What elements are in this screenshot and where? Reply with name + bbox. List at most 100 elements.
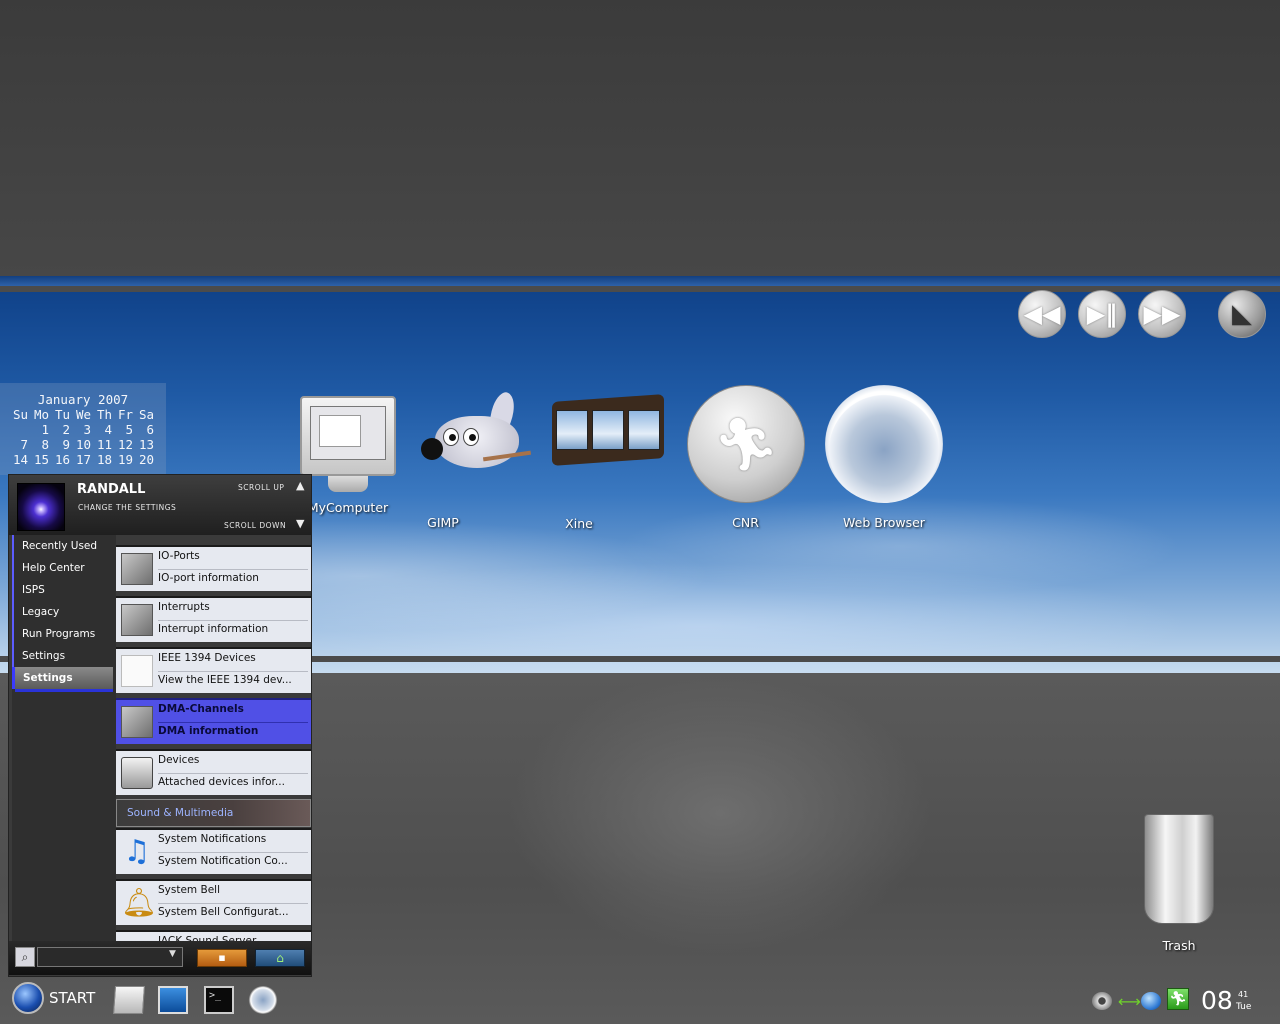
lock-icon: ▪ <box>218 951 226 964</box>
clock-hour[interactable]: 08 <box>1201 986 1233 1015</box>
home-button[interactable]: ⌂ <box>255 949 305 967</box>
calendar-day[interactable]: 17 <box>72 452 93 467</box>
eye-tray-icon[interactable] <box>1092 992 1112 1010</box>
calendar-day[interactable]: 14 <box>9 452 30 467</box>
search-input[interactable] <box>37 947 183 967</box>
desktop-icon-label: CNR <box>732 515 759 530</box>
chevron-down-icon[interactable]: ▼ <box>169 949 176 959</box>
scroll-down-button[interactable]: SCROLL DOWN <box>224 521 286 530</box>
weekday: Sa <box>138 407 154 422</box>
calendar-day[interactable]: 1 <box>30 422 51 437</box>
calendar-day[interactable] <box>9 422 30 437</box>
item-description: DMA information <box>158 722 308 737</box>
calendar-day[interactable]: 19 <box>114 452 135 467</box>
item-description: Attached devices infor... <box>158 773 308 788</box>
calendar-week: 7 8 9 10 11 12 13 <box>0 437 166 452</box>
rewind-icon[interactable]: ◀◀ <box>1018 290 1066 338</box>
calendar-day[interactable]: 3 <box>72 422 93 437</box>
search-icon[interactable]: ⌕ <box>15 947 35 967</box>
calendar-week: 1 2 3 4 5 6 <box>0 422 166 437</box>
menu-footer: ⌕ ▼ ▪ ⌂ <box>9 941 311 975</box>
calendar-day[interactable]: 16 <box>51 452 72 467</box>
desktop-top-area <box>0 0 1280 276</box>
scroll-up-button[interactable]: SCROLL UP <box>238 483 284 492</box>
menu-item-dma-channels[interactable]: DMA-Channels DMA information <box>116 698 311 744</box>
calendar-widget: January 2007 Su Mo Tu We Th Fr Sa 1 2 3 … <box>0 383 166 475</box>
calendar-day[interactable]: 12 <box>114 437 135 452</box>
calendar-day[interactable]: 18 <box>93 452 114 467</box>
calendar-week: 14 15 16 17 18 19 20 <box>0 452 166 467</box>
desktop-icon-label: Trash <box>1162 938 1196 953</box>
calendar-day[interactable]: 20 <box>135 452 156 467</box>
calendar-day[interactable]: 6 <box>135 422 156 437</box>
music-note-icon: ♫ <box>123 834 151 869</box>
calendar-day[interactable]: 8 <box>30 437 51 452</box>
document-icon <box>121 655 153 687</box>
menu-item-system-bell[interactable]: 🔔︎ System Bell System Bell Configurat... <box>116 879 311 925</box>
calendar-day[interactable]: 11 <box>93 437 114 452</box>
category-run-programs[interactable]: Run Programs <box>12 623 113 645</box>
terminal-icon[interactable]: >_ <box>204 986 234 1014</box>
category-recently-used[interactable]: Recently Used <box>12 535 113 557</box>
weekday: Th <box>96 407 112 422</box>
item-title: Interrupts <box>158 601 210 613</box>
calendar-day[interactable]: 5 <box>114 422 135 437</box>
film-icon <box>550 388 670 468</box>
calendar-day[interactable]: 2 <box>51 422 72 437</box>
file-manager-icon[interactable] <box>113 986 145 1014</box>
fast-forward-icon[interactable]: ▶▶ <box>1138 290 1186 338</box>
gimp-icon <box>413 389 533 476</box>
item-title: Devices <box>158 754 200 766</box>
start-button[interactable]: START <box>49 989 95 1007</box>
calendar-day[interactable]: 10 <box>72 437 93 452</box>
trash-can-icon <box>1144 814 1214 924</box>
wolf-icon[interactable]: ◣ <box>1218 290 1266 338</box>
category-isps[interactable]: ISPS <box>12 579 113 601</box>
desktop-icon-web-browser[interactable]: Web Browser <box>824 385 944 530</box>
desktop-icon-gimp[interactable]: GIMP <box>413 389 533 530</box>
hard-drive-icon <box>121 757 153 789</box>
menu-item-ieee1394[interactable]: IEEE 1394 Devices View the IEEE 1394 dev… <box>116 647 311 693</box>
pci-card-icon <box>121 604 153 636</box>
avatar[interactable] <box>17 483 65 531</box>
category-legacy[interactable]: Legacy <box>12 601 113 623</box>
section-sound-multimedia[interactable]: Sound & Multimedia <box>116 799 311 827</box>
item-description: System Notification Co... <box>158 852 308 867</box>
menu-item-interrupts[interactable]: Interrupts Interrupt information <box>116 596 311 642</box>
network-tray-icon[interactable]: ⟷ <box>1118 992 1141 1011</box>
desktop-icon-xine[interactable]: Xine <box>550 388 670 531</box>
calendar-day[interactable]: 13 <box>135 437 156 452</box>
arrow-up-icon[interactable]: ▲ <box>296 479 304 492</box>
category-settings-active[interactable]: Settings <box>12 667 113 692</box>
calendar-day[interactable]: 4 <box>93 422 114 437</box>
calendar-day[interactable]: 15 <box>30 452 51 467</box>
menu-categories: Recently Used Help Center ISPS Legacy Ru… <box>12 535 116 945</box>
pci-card-icon <box>121 706 153 738</box>
menu-item-io-ports[interactable]: IO-Ports IO-port information <box>116 545 311 591</box>
item-title: IO-Ports <box>158 550 200 562</box>
desktop-icon-cnr[interactable]: 🏃︎ CNR <box>686 385 806 530</box>
arrow-down-icon[interactable]: ▼ <box>296 517 304 530</box>
calendar-weekdays: Su Mo Tu We Th Fr Sa <box>0 407 166 422</box>
home-icon: ⌂ <box>276 951 284 965</box>
web-browser-icon[interactable] <box>248 986 278 1014</box>
change-settings-link[interactable]: CHANGE THE SETTINGS <box>78 503 176 512</box>
desktop-icon-trash[interactable]: Trash <box>1124 814 1234 953</box>
category-settings[interactable]: Settings <box>12 645 113 667</box>
category-help-center[interactable]: Help Center <box>12 557 113 579</box>
start-orb-icon[interactable] <box>12 982 44 1014</box>
lock-button[interactable]: ▪ <box>197 949 247 967</box>
menu-item-system-notifications[interactable]: ♫ System Notifications System Notificati… <box>116 828 311 874</box>
weekday: Fr <box>117 407 133 422</box>
calendar-day[interactable]: 9 <box>51 437 72 452</box>
show-desktop-icon[interactable] <box>158 986 188 1014</box>
menu-item-devices[interactable]: Devices Attached devices infor... <box>116 749 311 795</box>
calendar-title: January 2007 <box>37 392 129 407</box>
play-pause-icon[interactable]: ▶‖ <box>1078 290 1126 338</box>
user-name: RANDALL <box>77 482 146 497</box>
calendar-day[interactable]: 7 <box>9 437 30 452</box>
globe-tray-icon[interactable] <box>1141 992 1161 1010</box>
update-tray-icon[interactable]: 🏃︎ <box>1167 988 1189 1010</box>
desktop-icon-label: Web Browser <box>843 515 925 530</box>
weekday: Tu <box>54 407 70 422</box>
